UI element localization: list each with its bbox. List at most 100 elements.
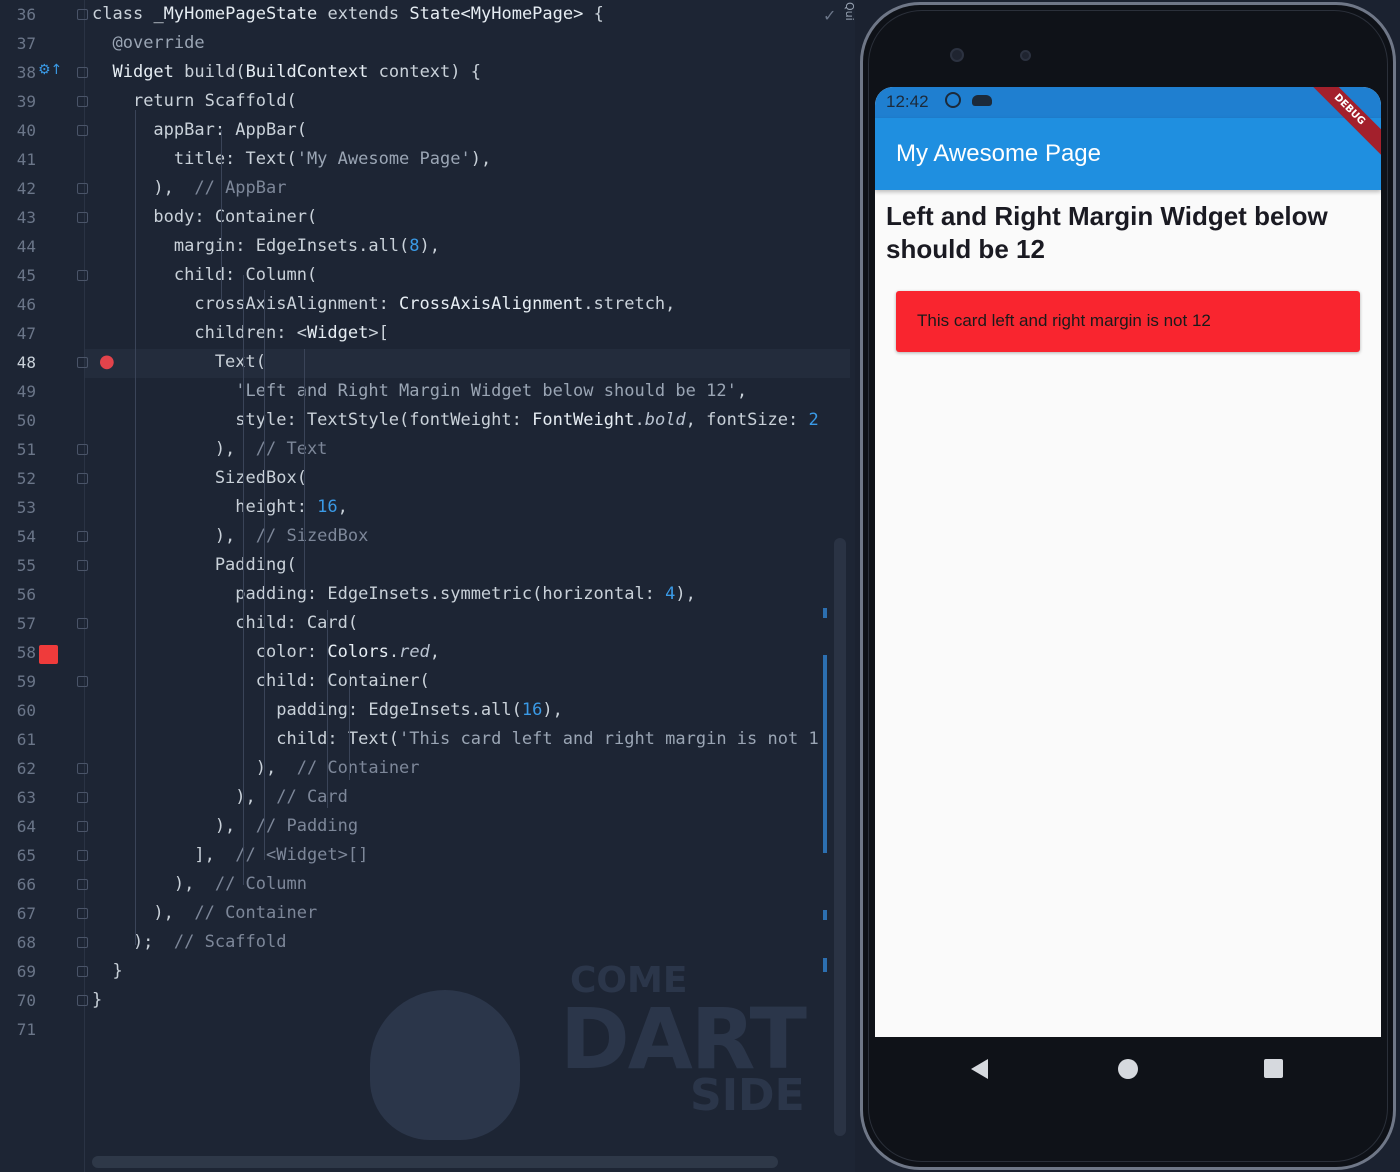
code-line[interactable]: ], // <Widget>[] — [92, 841, 368, 870]
line-number[interactable]: 52 — [0, 464, 36, 493]
vertical-scrollbar[interactable] — [834, 538, 846, 1136]
line-number[interactable]: 58 — [0, 638, 36, 667]
watermark-bottom-text: SIDE — [690, 1070, 805, 1121]
indent-guide — [304, 349, 305, 590]
phone-screen[interactable]: 12:42 My Awesome Page DEBUG Left and Rig… — [875, 87, 1381, 1037]
code-line[interactable]: Padding( — [92, 551, 297, 580]
line-number[interactable]: 67 — [0, 899, 36, 928]
code-line[interactable]: ), // Container — [92, 754, 420, 783]
code-line[interactable]: return Scaffold( — [92, 87, 297, 116]
code-line[interactable]: ), // Container — [92, 899, 317, 928]
code-editor[interactable]: 36 37 38 39 40 41 42 43 44 45 46 47 48 49 50 51 52 53 54 55… — [0, 0, 855, 1172]
back-icon[interactable] — [971, 1059, 988, 1079]
line-number[interactable]: 47 — [0, 319, 36, 348]
line-number[interactable]: 41 — [0, 145, 36, 174]
red-card: This card left and right margin is not 1… — [896, 291, 1360, 352]
indent-guide — [349, 670, 350, 780]
line-number[interactable]: 36 — [0, 0, 36, 29]
line-number[interactable]: 49 — [0, 377, 36, 406]
line-number[interactable]: 51 — [0, 435, 36, 464]
breakpoint-icon[interactable] — [39, 645, 58, 664]
line-number[interactable]: 56 — [0, 580, 36, 609]
line-number[interactable]: 65 — [0, 841, 36, 870]
line-number[interactable]: 48 — [0, 348, 36, 377]
card-text: This card left and right margin is not 1… — [917, 311, 1211, 330]
code-line[interactable]: Text( — [92, 348, 266, 377]
code-line[interactable]: ); // Scaffold — [92, 928, 287, 957]
home-icon[interactable] — [1118, 1059, 1138, 1079]
line-number[interactable]: 43 — [0, 203, 36, 232]
code-line[interactable]: ), // Padding — [92, 812, 358, 841]
code-line[interactable]: ), // SizedBox — [92, 522, 369, 551]
line-number[interactable]: 60 — [0, 696, 36, 725]
line-number[interactable]: 45 — [0, 261, 36, 290]
line-number[interactable]: 37 — [0, 29, 36, 58]
line-number[interactable]: 54 — [0, 522, 36, 551]
cloud-icon — [972, 95, 992, 106]
app-bar-title: My Awesome Page — [896, 140, 1101, 167]
code-line[interactable]: ), // AppBar — [92, 174, 286, 203]
line-number[interactable]: 61 — [0, 725, 36, 754]
code-line[interactable]: Widget build(BuildContext context) { — [92, 58, 481, 87]
code-line[interactable]: 'Left and Right Margin Widget below shou… — [92, 377, 747, 406]
indent-guide — [221, 130, 222, 305]
scroll-marker — [823, 608, 827, 618]
code-line[interactable]: appBar: AppBar( — [92, 116, 307, 145]
line-number[interactable]: 44 — [0, 232, 36, 261]
line-number[interactable]: 39 — [0, 87, 36, 116]
line-number[interactable]: 69 — [0, 957, 36, 986]
lightbulb-icon[interactable]: ● — [99, 351, 117, 373]
heading-text: Left and Right Margin Widget below shoul… — [886, 201, 1328, 264]
code-line[interactable]: margin: EdgeInsets.all(8), — [92, 232, 440, 261]
indent-guide — [264, 290, 265, 860]
code-line[interactable]: height: 16, — [92, 493, 348, 522]
status-time: 12:42 — [886, 92, 929, 111]
code-line[interactable]: title: Text('My Awesome Page'), — [92, 145, 491, 174]
code-line[interactable]: SizedBox( — [92, 464, 307, 493]
code-line[interactable]: child: Text('This card left and right ma… — [92, 725, 818, 754]
line-number[interactable]: 63 — [0, 783, 36, 812]
line-number[interactable]: 59 — [0, 667, 36, 696]
line-number[interactable]: 53 — [0, 493, 36, 522]
indent-guide — [243, 275, 244, 885]
code-line[interactable]: } — [92, 986, 102, 1015]
scroll-marker — [823, 910, 827, 920]
code-line[interactable]: style: TextStyle(fontWeight: FontWeight.… — [92, 406, 818, 435]
code-line[interactable]: children: <Widget>[ — [92, 319, 389, 348]
android-nav-bar — [875, 1037, 1381, 1107]
code-line[interactable]: ), // Column — [92, 870, 307, 899]
line-number[interactable]: 62 — [0, 754, 36, 783]
code-line[interactable]: ), // Card — [92, 783, 348, 812]
code-line[interactable]: crossAxisAlignment: CrossAxisAlignment.s… — [92, 290, 675, 319]
status-bar: 12:42 — [875, 87, 1381, 118]
line-number[interactable]: 57 — [0, 609, 36, 638]
indent-guide — [135, 110, 136, 945]
line-number[interactable]: 40 — [0, 116, 36, 145]
line-number[interactable]: 46 — [0, 290, 36, 319]
code-line[interactable]: child: Column( — [92, 261, 317, 290]
line-number[interactable]: 64 — [0, 812, 36, 841]
sensor-icon — [1020, 50, 1031, 61]
code-line[interactable]: child: Card( — [92, 609, 358, 638]
line-number[interactable]: 71 — [0, 1015, 36, 1044]
code-line[interactable]: color: Colors.red, — [92, 638, 440, 667]
code-line[interactable]: child: Container( — [92, 667, 430, 696]
override-icon[interactable]: ⚙↑ — [38, 62, 62, 82]
editor-gutter[interactable]: 36 37 38 39 40 41 42 43 44 45 46 47 48 49 50 51 52 53 54 55… — [0, 0, 88, 1172]
code-line[interactable]: body: Container( — [92, 203, 317, 232]
recents-icon[interactable] — [1264, 1059, 1283, 1078]
line-number[interactable]: 55 — [0, 551, 36, 580]
code-line[interactable]: @override — [92, 29, 204, 58]
bird-mascot-logo — [370, 990, 520, 1140]
line-number[interactable]: 70 — [0, 986, 36, 1015]
line-number[interactable]: 68 — [0, 928, 36, 957]
line-number[interactable]: 66 — [0, 870, 36, 899]
code-line[interactable]: } — [92, 957, 122, 986]
code-line[interactable]: ), // Text — [92, 435, 328, 464]
code-line[interactable]: class _MyHomePageState extends State<MyH… — [92, 0, 604, 29]
indent-guide — [327, 610, 328, 808]
line-number[interactable]: 38 — [0, 58, 36, 87]
line-number[interactable]: 42 — [0, 174, 36, 203]
line-number[interactable]: 50 — [0, 406, 36, 435]
code-line[interactable]: padding: EdgeInsets.symmetric(horizontal… — [92, 580, 696, 609]
